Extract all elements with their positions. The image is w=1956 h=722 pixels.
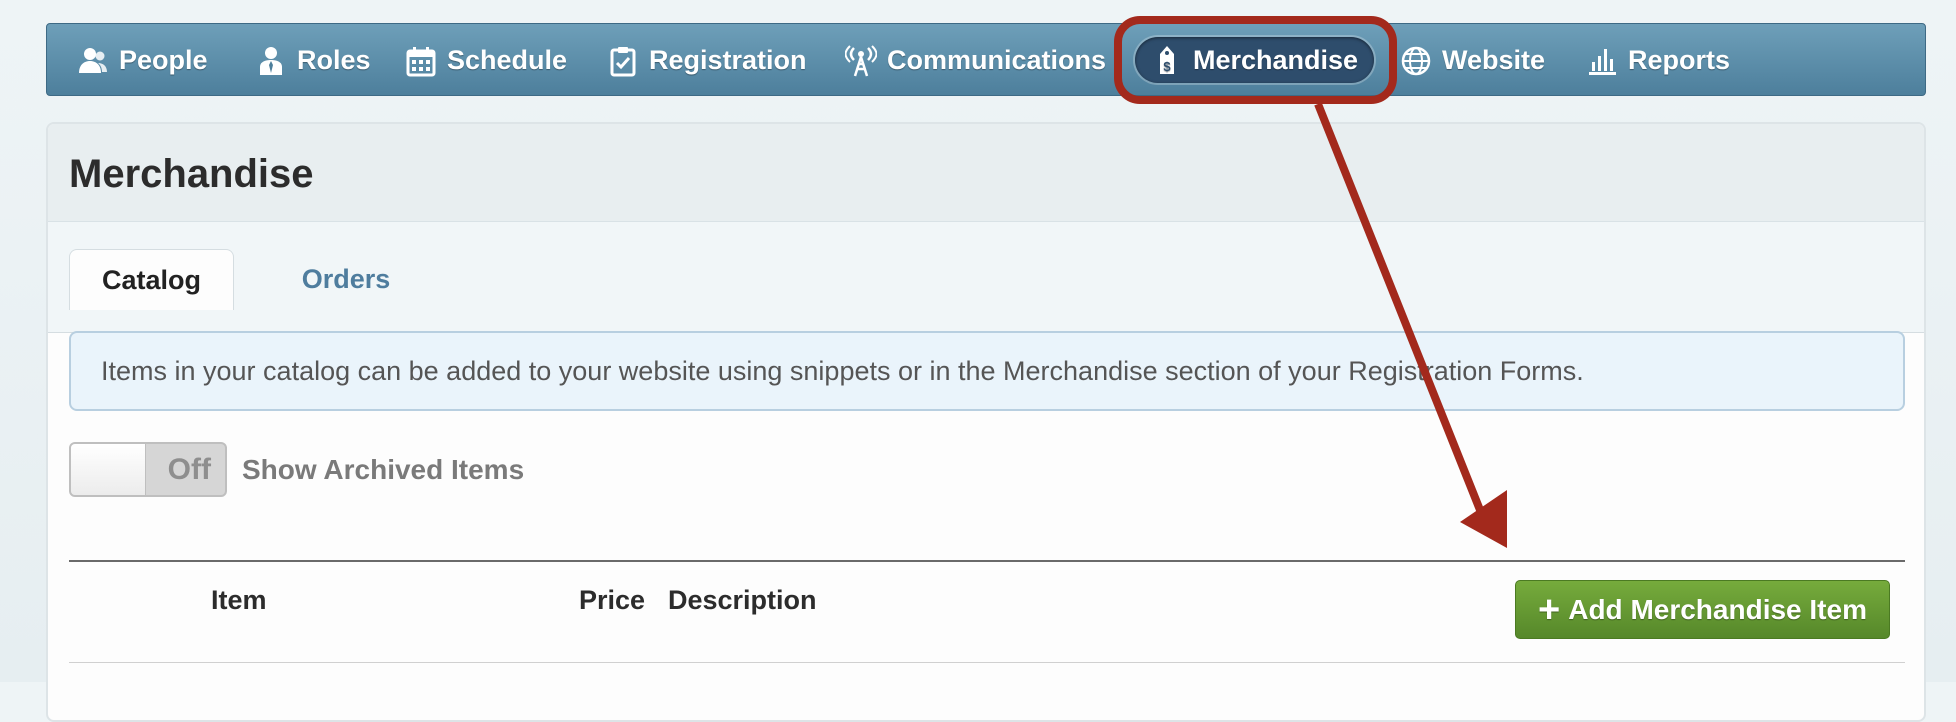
svg-text:$: $ bbox=[1163, 59, 1171, 74]
clipboard-check-icon bbox=[610, 46, 636, 76]
nav-label: Communications bbox=[887, 45, 1107, 75]
nav-website[interactable]: Website bbox=[1400, 24, 1545, 97]
info-text: Items in your catalog can be added to yo… bbox=[101, 355, 1584, 386]
column-header-description: Description bbox=[668, 585, 817, 615]
nav-label: Merchandise bbox=[1193, 44, 1359, 75]
role-icon bbox=[260, 46, 282, 75]
page-title: Merchandise bbox=[69, 152, 314, 196]
globe-icon bbox=[1401, 46, 1431, 75]
archived-items-toggle[interactable]: Off bbox=[69, 442, 227, 497]
main-panel: Merchandise Catalog Orders Items in your… bbox=[46, 122, 1926, 722]
tab-orders[interactable]: Orders bbox=[276, 249, 416, 309]
nav-label: Registration bbox=[649, 45, 807, 75]
antenna-icon bbox=[845, 44, 877, 76]
toggle-label: Show Archived Items bbox=[242, 454, 525, 485]
bar-chart-icon bbox=[1589, 48, 1616, 75]
table-header-rule bbox=[69, 662, 1905, 663]
column-header-item: Item bbox=[211, 585, 267, 615]
nav-communications[interactable]: Communications bbox=[845, 24, 1106, 97]
add-button-label: Add Merchandise Item bbox=[1568, 593, 1867, 625]
nav-registration[interactable]: Registration bbox=[607, 24, 807, 97]
info-alert: Items in your catalog can be added to yo… bbox=[69, 331, 1905, 411]
calendar-icon bbox=[406, 46, 436, 76]
table-top-rule bbox=[69, 560, 1905, 562]
column-header-price: Price bbox=[579, 585, 646, 615]
nav-label: Schedule bbox=[447, 45, 568, 75]
price-tag-icon: $ bbox=[1160, 46, 1174, 74]
nav-schedule[interactable]: Schedule bbox=[405, 24, 567, 97]
panel-header: Merchandise bbox=[48, 124, 1924, 222]
add-merchandise-item-button[interactable]: + Add Merchandise Item bbox=[1515, 580, 1890, 639]
nav-merchandise[interactable]: $ Merchandise bbox=[1135, 37, 1375, 83]
nav-roles[interactable]: Roles bbox=[255, 24, 371, 97]
nav-label: People bbox=[119, 45, 208, 75]
nav-reports[interactable]: Reports bbox=[1586, 24, 1730, 97]
toggle-knob bbox=[71, 444, 146, 495]
toggle-state: Off bbox=[167, 453, 211, 486]
nav-label: Website bbox=[1442, 45, 1546, 75]
main-nav-bar: People Roles Schedule Registration Commu… bbox=[46, 23, 1926, 96]
nav-people[interactable]: People bbox=[77, 24, 208, 97]
people-icon bbox=[79, 47, 107, 73]
plus-icon: + bbox=[1538, 588, 1561, 631]
tab-catalog[interactable]: Catalog bbox=[69, 249, 234, 310]
nav-label: Reports bbox=[1628, 45, 1731, 75]
nav-label: Roles bbox=[297, 45, 371, 75]
